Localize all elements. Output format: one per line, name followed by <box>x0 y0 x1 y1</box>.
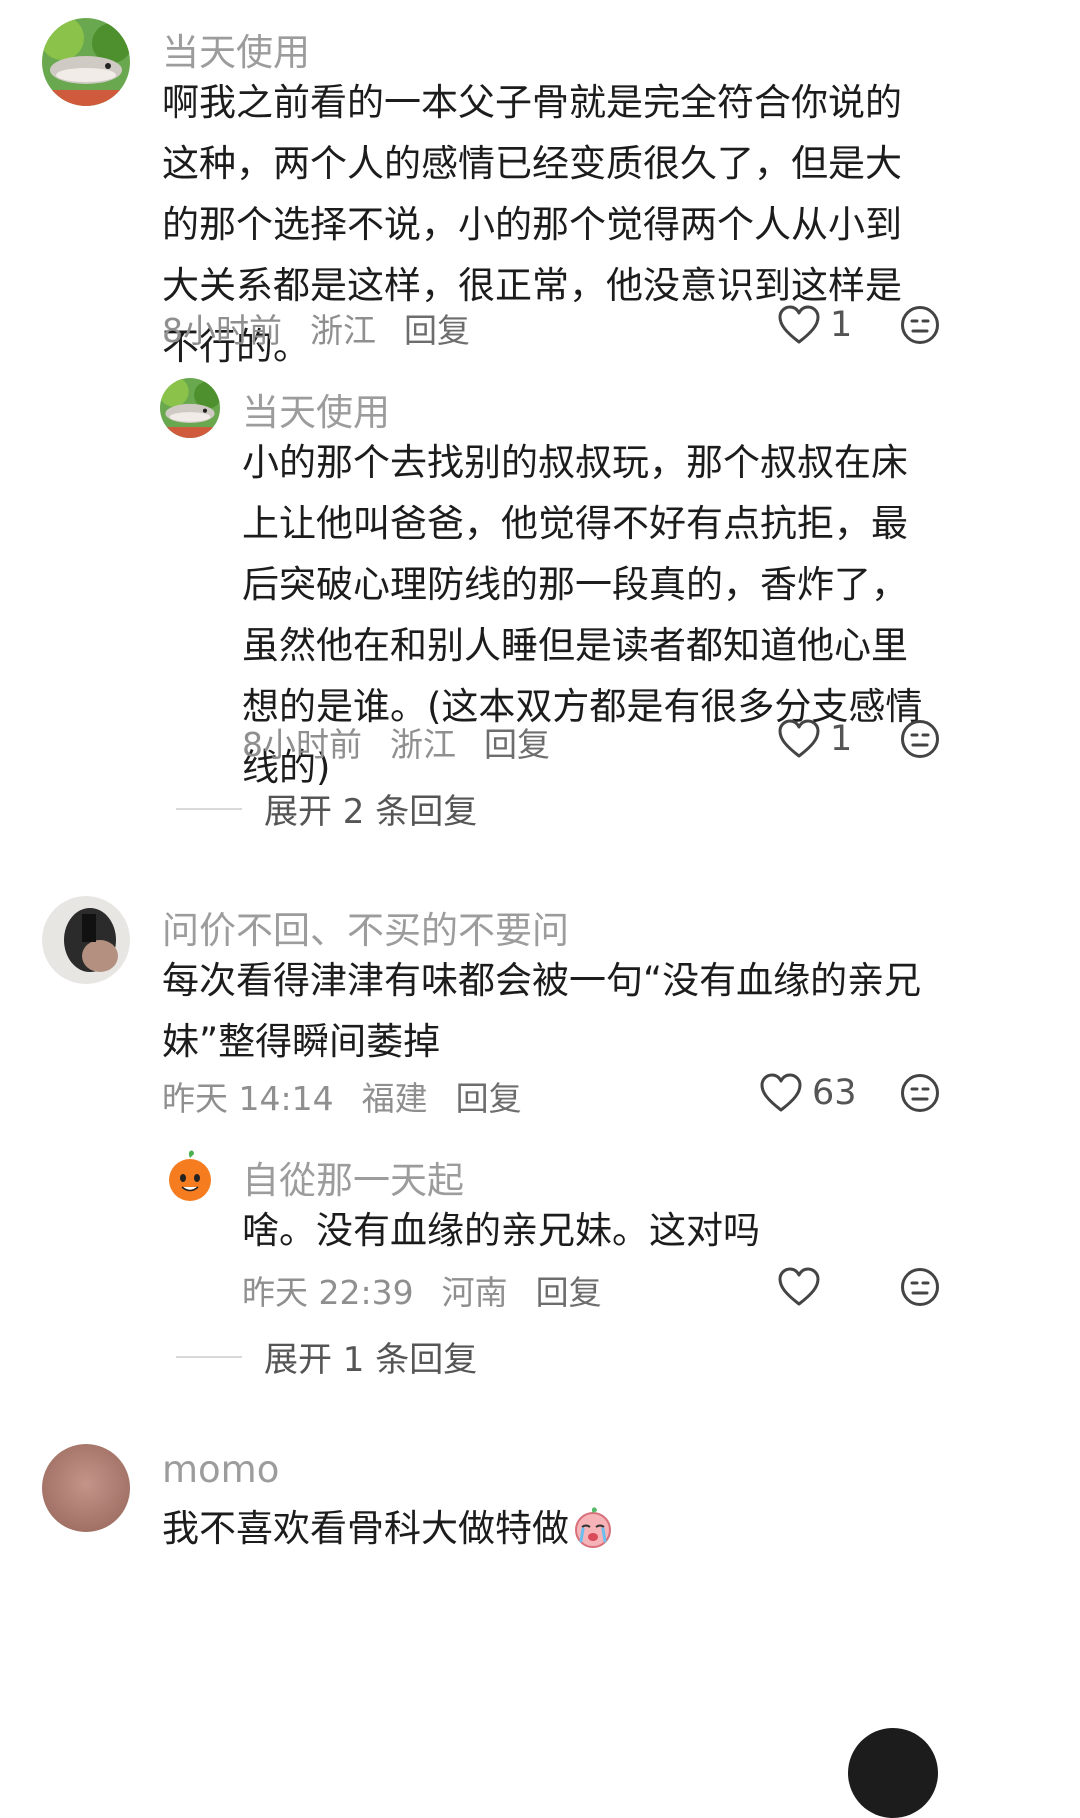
reply-meta: 昨天 22:39 河南 回复 <box>242 1266 602 1314</box>
avatar[interactable] <box>160 1146 220 1206</box>
comment-text: 我不喜欢看骨科大做特做 <box>162 1498 952 1559</box>
neutral-face-icon[interactable] <box>900 1073 940 1117</box>
username[interactable]: 当天使用 <box>242 382 390 436</box>
like-count: 1 <box>830 305 853 345</box>
divider-line <box>176 1355 242 1358</box>
floating-action-button[interactable] <box>848 1728 938 1818</box>
like-button[interactable]: 1 <box>778 301 852 349</box>
expand-replies-label: 展开 1 条回复 <box>264 1340 478 1380</box>
comment-meta: 昨天 14:14 福建 回复 <box>162 1072 522 1120</box>
comment-body: 我不喜欢看骨科大做特做 <box>162 1507 569 1550</box>
crying-face-emoji <box>571 1505 615 1549</box>
username[interactable]: 自從那一天起 <box>242 1150 464 1204</box>
reply-text: 啥。没有血缘的亲兄妹。这对吗 <box>242 1209 760 1252</box>
avatar[interactable] <box>160 378 220 438</box>
like-button[interactable]: 1 <box>778 715 852 763</box>
avatar[interactable] <box>42 896 130 984</box>
reply-meta: 8小时前 浙江 回复 <box>242 718 550 766</box>
username[interactable]: 当天使用 <box>162 22 310 76</box>
heart-outline-icon <box>778 1267 820 1306</box>
reply-location: 浙江 <box>390 725 456 764</box>
avatar[interactable] <box>42 18 130 106</box>
reply-button[interactable]: 回复 <box>404 311 470 350</box>
expand-replies-label: 展开 2 条回复 <box>264 792 478 832</box>
username[interactable]: 问价不回、不买的不要问 <box>162 900 569 954</box>
reply-time: 8小时前 <box>242 725 362 764</box>
heart-outline-icon <box>778 719 820 758</box>
comment-text: 每次看得津津有味都会被一句“没有血缘的亲兄妹”整得瞬间萎掉 <box>162 950 952 1072</box>
expand-replies-button[interactable]: 展开 2 条回复 <box>176 784 477 833</box>
reply-location: 河南 <box>441 1273 508 1312</box>
like-count: 63 <box>812 1073 857 1113</box>
reply-button[interactable]: 回复 <box>456 1079 522 1118</box>
comment-meta: 8小时前 浙江 回复 <box>162 304 470 352</box>
avatar[interactable] <box>42 1444 130 1532</box>
username[interactable]: momo <box>162 1448 279 1491</box>
comment-body: 每次看得津津有味都会被一句“没有血缘的亲兄妹”整得瞬间萎掉 <box>162 959 922 1063</box>
like-button[interactable]: 63 <box>760 1069 857 1117</box>
expand-replies-button[interactable]: 展开 1 条回复 <box>176 1332 477 1381</box>
comment-time: 8小时前 <box>162 311 282 350</box>
heart-outline-icon <box>760 1073 802 1112</box>
neutral-face-icon[interactable] <box>900 1267 940 1311</box>
like-button[interactable] <box>778 1263 820 1311</box>
neutral-face-icon[interactable] <box>900 719 940 763</box>
comment-location: 福建 <box>361 1079 428 1118</box>
reply-time: 昨天 22:39 <box>242 1273 414 1312</box>
comment-time: 昨天 14:14 <box>162 1079 334 1118</box>
comment-location: 浙江 <box>310 311 376 350</box>
heart-outline-icon <box>778 305 820 344</box>
like-count: 1 <box>830 719 853 759</box>
reply-button[interactable]: 回复 <box>536 1273 602 1312</box>
neutral-face-icon[interactable] <box>900 305 940 349</box>
divider-line <box>176 807 242 810</box>
reply-button[interactable]: 回复 <box>484 725 550 764</box>
